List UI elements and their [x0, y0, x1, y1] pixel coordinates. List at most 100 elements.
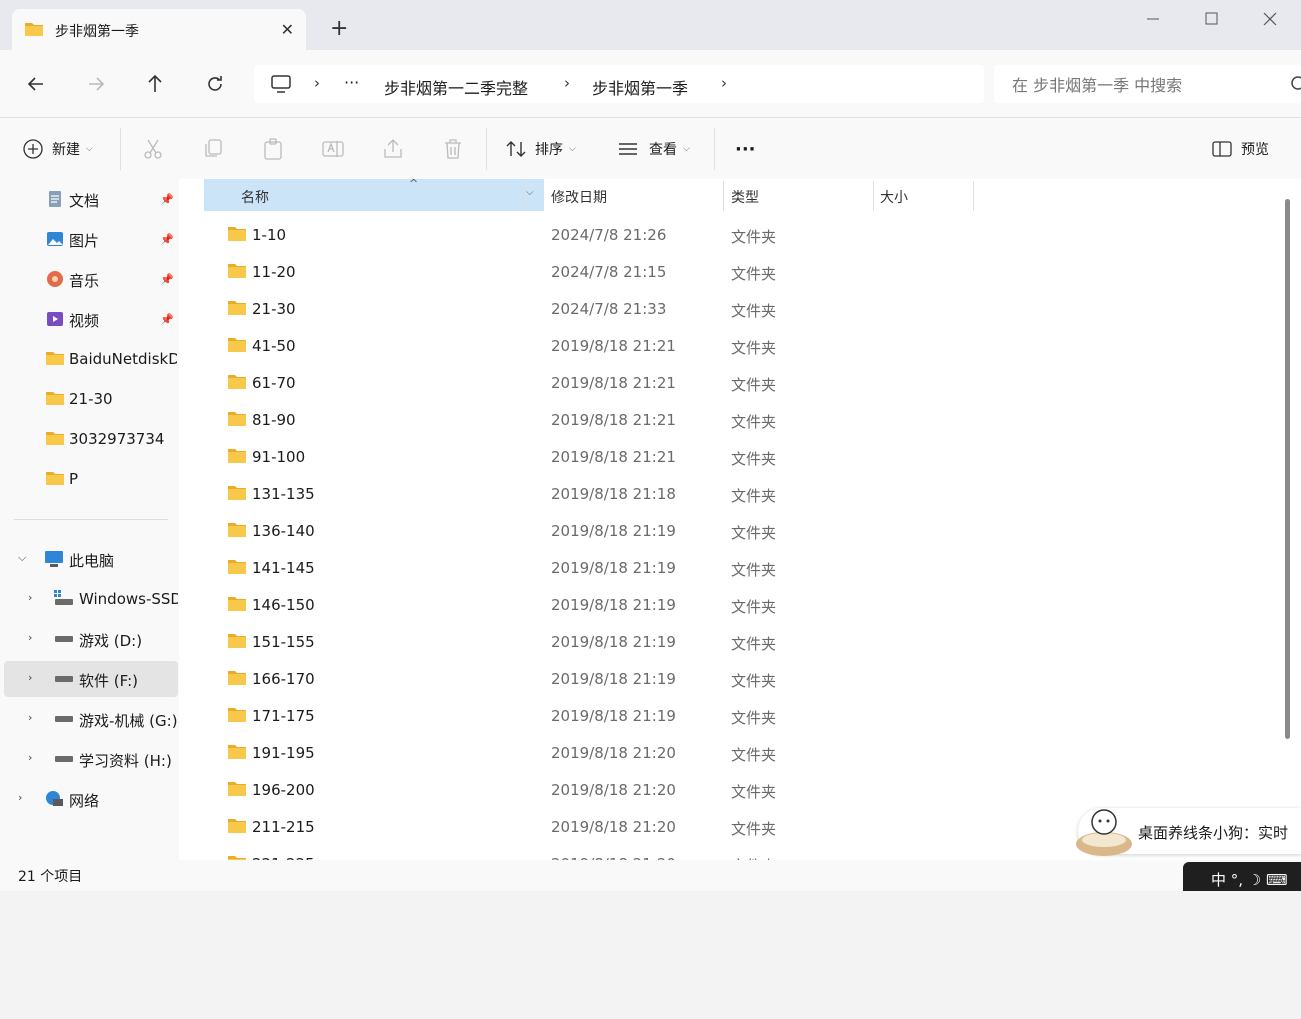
- sidebar-item-drive-g[interactable]: › 游戏-机械 (G:): [0, 701, 178, 737]
- rename-icon[interactable]: [321, 137, 345, 161]
- address-bar[interactable]: › ··· 步非烟第一二季完整 › 步非烟第一季 ›: [254, 65, 984, 103]
- chevron-right-icon[interactable]: ›: [721, 74, 727, 92]
- pin-icon[interactable]: 📌: [160, 233, 174, 246]
- more-options-button[interactable]: ···: [735, 134, 756, 164]
- dog-mascot-icon: [1074, 802, 1134, 862]
- search-input[interactable]: [994, 65, 1301, 105]
- minimize-icon[interactable]: [1133, 8, 1173, 30]
- sidebar-item-this-pc[interactable]: ⌵ 此电脑: [0, 541, 178, 577]
- table-row[interactable]: 166-170 2019/8/18 21:19 文件夹: [204, 661, 1274, 698]
- table-row[interactable]: 41-50 2019/8/18 21:21 文件夹: [204, 328, 1274, 365]
- sidebar-item-network[interactable]: › 网络: [0, 781, 178, 817]
- column-type[interactable]: 类型: [724, 179, 872, 211]
- search-icon[interactable]: [1290, 75, 1301, 97]
- copy-icon[interactable]: [201, 137, 225, 161]
- new-button[interactable]: 新建 ⌵: [22, 134, 93, 164]
- chevron-down-icon[interactable]: ⌵: [526, 187, 534, 198]
- table-row[interactable]: 171-175 2019/8/18 21:19 文件夹: [204, 698, 1274, 735]
- table-row[interactable]: 191-195 2019/8/18 21:20 文件夹: [204, 735, 1274, 772]
- file-type: 文件夹: [731, 376, 777, 394]
- table-row[interactable]: 1-10 2024/7/8 21:26 文件夹: [204, 217, 1274, 254]
- table-row[interactable]: 146-150 2019/8/18 21:19 文件夹: [204, 587, 1274, 624]
- computer-icon[interactable]: [270, 74, 292, 98]
- file-list-scrollbar[interactable]: [1285, 199, 1290, 739]
- chevron-right-icon[interactable]: ›: [28, 711, 32, 724]
- share-icon[interactable]: [381, 137, 405, 161]
- sidebar-item-label: P: [69, 470, 79, 488]
- sidebar-item-folder[interactable]: 3032973734: [0, 421, 178, 457]
- sidebar-item-folder[interactable]: 21-30: [0, 381, 178, 417]
- column-size[interactable]: 大小: [874, 179, 972, 211]
- table-row[interactable]: 21-30 2024/7/8 21:33 文件夹: [204, 291, 1274, 328]
- sort-button[interactable]: 排序 ⌵: [505, 134, 576, 164]
- maximize-icon[interactable]: [1191, 8, 1231, 30]
- folder-icon: [227, 226, 247, 246]
- table-row[interactable]: 136-140 2019/8/18 21:19 文件夹: [204, 513, 1274, 550]
- sidebar-item-label: 视频: [69, 312, 100, 330]
- file-type: 文件夹: [731, 450, 777, 468]
- table-row[interactable]: 91-100 2019/8/18 21:21 文件夹: [204, 439, 1274, 476]
- file-name: 136-140: [252, 522, 315, 540]
- sidebar-item-drive-c[interactable]: › Windows-SSD (C:): [0, 581, 178, 617]
- pin-icon[interactable]: 📌: [160, 273, 174, 286]
- chevron-right-icon[interactable]: ›: [28, 591, 32, 604]
- pin-icon[interactable]: 📌: [160, 193, 174, 206]
- sidebar-item-music[interactable]: 音乐 📌: [0, 261, 178, 297]
- desktop-pet-notification[interactable]: 桌面养线条小狗：实时: [1076, 808, 1301, 856]
- view-button[interactable]: 查看 ⌵: [617, 134, 690, 164]
- file-date: 2019/8/18 21:21: [551, 374, 676, 392]
- table-row[interactable]: 141-145 2019/8/18 21:19 文件夹: [204, 550, 1274, 587]
- sidebar-item-drive-f[interactable]: › 软件 (F:): [4, 661, 178, 697]
- chevron-right-icon[interactable]: ›: [28, 631, 32, 644]
- folder-icon: [46, 350, 64, 368]
- sidebar-item-baidunetdisk[interactable]: BaiduNetdiskDownload: [0, 341, 178, 377]
- table-row[interactable]: 151-155 2019/8/18 21:19 文件夹: [204, 624, 1274, 661]
- column-divider[interactable]: [973, 181, 974, 211]
- delete-icon[interactable]: [441, 137, 465, 161]
- preview-pane-icon: [1212, 141, 1232, 157]
- breadcrumb-overflow[interactable]: ···: [344, 73, 359, 92]
- table-row[interactable]: 11-20 2024/7/8 21:15 文件夹: [204, 254, 1274, 291]
- sidebar-item-drive-h[interactable]: › 学习资料 (H:): [0, 741, 178, 777]
- file-type: 文件夹: [731, 561, 777, 579]
- preview-button[interactable]: 预览: [1211, 134, 1269, 164]
- file-date: 2024/7/8 21:15: [551, 263, 667, 281]
- sidebar-item-documents[interactable]: 文档 📌: [0, 181, 178, 217]
- sidebar-item-drive-d[interactable]: › 游戏 (D:): [0, 621, 178, 657]
- chevron-down-icon[interactable]: ⌵: [18, 551, 26, 565]
- tab-title: 步非烟第一季: [55, 24, 139, 40]
- chevron-right-icon[interactable]: ›: [28, 751, 32, 764]
- table-row[interactable]: 81-90 2019/8/18 21:21 文件夹: [204, 402, 1274, 439]
- table-row[interactable]: 131-135 2019/8/18 21:18 文件夹: [204, 476, 1274, 513]
- breadcrumb-item[interactable]: 步非烟第一季: [592, 75, 688, 99]
- close-icon[interactable]: [1250, 8, 1290, 30]
- chevron-right-icon[interactable]: ›: [314, 74, 320, 92]
- new-tab-button[interactable]: +: [330, 18, 348, 40]
- ime-indicator[interactable]: 中 °, ☽ ⌨: [1183, 862, 1301, 891]
- refresh-icon[interactable]: [203, 72, 227, 96]
- forward-arrow-icon[interactable]: [84, 72, 108, 96]
- paste-icon[interactable]: [261, 137, 285, 161]
- search-box[interactable]: [994, 65, 1301, 105]
- chevron-right-icon[interactable]: ›: [18, 791, 22, 804]
- breadcrumb-item[interactable]: 步非烟第一二季完整: [384, 75, 528, 99]
- chevron-right-icon[interactable]: ›: [28, 671, 32, 684]
- sidebar-item-videos[interactable]: 视频 📌: [0, 301, 178, 337]
- chevron-right-icon[interactable]: ›: [564, 74, 570, 92]
- table-row[interactable]: 61-70 2019/8/18 21:21 文件夹: [204, 365, 1274, 402]
- column-date[interactable]: 修改日期: [544, 179, 722, 211]
- file-type: 文件夹: [731, 598, 777, 616]
- column-divider[interactable]: [525, 181, 526, 211]
- column-name[interactable]: ^ 名称 ⌵: [204, 177, 544, 211]
- cut-icon[interactable]: [141, 137, 165, 161]
- file-type: 文件夹: [731, 635, 777, 653]
- pin-icon[interactable]: 📌: [160, 313, 174, 326]
- file-date: 2019/8/18 21:19: [551, 633, 676, 651]
- back-arrow-icon[interactable]: [24, 72, 48, 96]
- up-arrow-icon[interactable]: [143, 72, 167, 96]
- view-lines-icon: [619, 143, 637, 155]
- sidebar-item-pictures[interactable]: 图片 📌: [0, 221, 178, 257]
- tab-active[interactable]: 步非烟第一季 ✕: [12, 9, 306, 50]
- sidebar-item-folder[interactable]: P: [0, 461, 178, 497]
- tab-close-icon[interactable]: ✕: [281, 20, 294, 39]
